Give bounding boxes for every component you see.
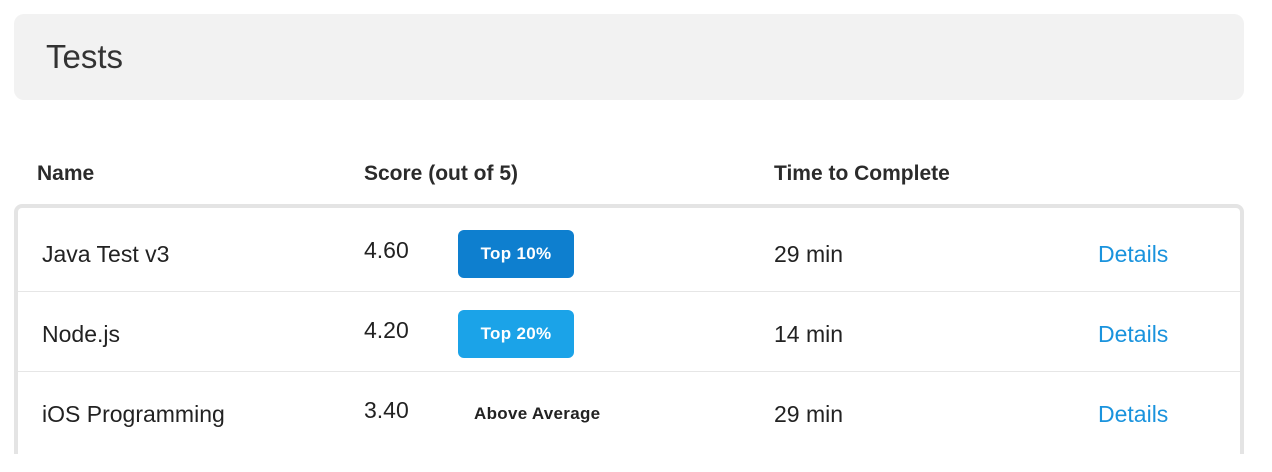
column-header-score: Score (out of 5): [364, 162, 519, 185]
test-score: 3.40: [364, 397, 409, 423]
column-header-name: Name: [37, 162, 95, 185]
page-header: Tests: [14, 14, 1244, 100]
page-title: Tests: [46, 38, 124, 75]
rank-badge: Top 20%: [458, 310, 574, 358]
details-link[interactable]: Details: [1098, 321, 1168, 348]
test-name: iOS Programming: [42, 401, 225, 427]
test-name: Java Test v3: [42, 241, 170, 267]
test-time: 29 min: [774, 241, 844, 267]
table-column-headers: Name Score (out of 5) Time to Complete: [0, 162, 1272, 192]
table-row: Node.js 4.20 Top 20% 14 min Details: [18, 292, 1240, 372]
test-time: 29 min: [774, 401, 844, 427]
details-link[interactable]: Details: [1098, 241, 1168, 268]
test-score: 4.20: [364, 317, 409, 343]
table-row: Java Test v3 4.60 Top 10% 29 min Details: [18, 212, 1240, 292]
tests-table: Java Test v3 4.60 Top 10% 29 min Details…: [14, 204, 1244, 454]
details-link[interactable]: Details: [1098, 401, 1168, 428]
test-score: 4.60: [364, 237, 409, 263]
rank-badge: Above Average: [474, 404, 601, 423]
column-header-time: Time to Complete: [774, 162, 950, 185]
test-name: Node.js: [42, 321, 120, 347]
rank-badge: Top 10%: [458, 230, 574, 278]
table-row: iOS Programming 3.40 Above Average 29 mi…: [18, 372, 1240, 452]
test-time: 14 min: [774, 321, 844, 347]
